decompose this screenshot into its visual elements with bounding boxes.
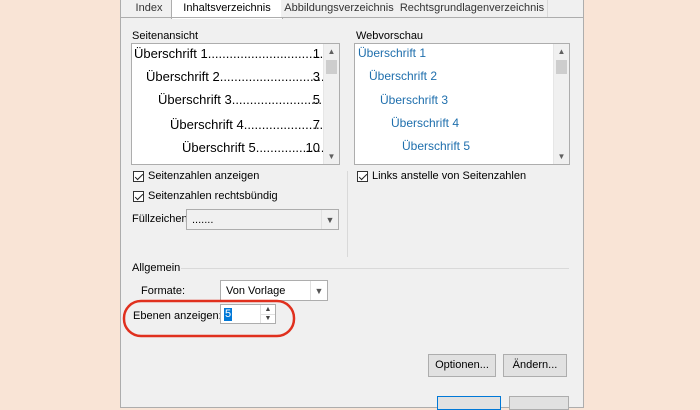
tab-table-of-figures[interactable]: Abbildungsverzeichnis — [281, 0, 398, 17]
print-preview-scrollbar[interactable]: ▲ ▼ — [323, 44, 339, 164]
tab-divider — [121, 17, 583, 18]
tab-index[interactable]: Index — [127, 0, 172, 17]
web-preview-link[interactable]: Überschrift 5 — [402, 139, 470, 153]
tab-leader-select[interactable]: ....... ▼ — [186, 209, 339, 230]
show-page-numbers-checkbox[interactable] — [133, 171, 144, 182]
web-preview-link[interactable]: Überschrift 3 — [380, 93, 448, 107]
print-preview-entry: Überschrift 4.......................... 7 — [170, 117, 338, 132]
general-section-title: Allgemein — [132, 262, 181, 274]
scroll-down-icon[interactable]: ▼ — [324, 149, 339, 164]
general-divider — [181, 268, 569, 269]
column-separator — [347, 171, 348, 257]
web-preview-scrollbar[interactable]: ▲ ▼ — [553, 44, 569, 164]
chevron-down-icon[interactable]: ▼ — [321, 210, 338, 229]
print-preview-entry: Überschrift 5..................... 10 — [182, 140, 332, 155]
toc-dialog: Index Inhaltsverzeichnis Abbildungsverze… — [120, 0, 584, 410]
right-align-checkbox[interactable] — [133, 191, 144, 202]
modify-button[interactable]: Ändern... — [503, 354, 567, 377]
show-page-numbers-label: Seitenzahlen anzeigen — [148, 170, 260, 182]
use-hyperlinks-checkbox[interactable] — [357, 171, 368, 182]
scroll-thumb[interactable] — [326, 60, 337, 74]
tab-leader-label: Füllzeichen: — [132, 213, 191, 225]
scroll-up-icon[interactable]: ▲ — [554, 44, 569, 59]
print-preview-label: Seitenansicht — [132, 30, 199, 42]
print-preview-entry: Überschrift 2...........................… — [146, 69, 339, 84]
right-align-label: Seitenzahlen rechtsbündig — [148, 190, 278, 202]
chevron-down-icon[interactable]: ▼ — [310, 281, 327, 300]
print-preview-entry: Überschrift 3...........................… — [158, 92, 340, 107]
web-preview-link[interactable]: Überschrift 2 — [369, 69, 437, 83]
use-hyperlinks-label: Links anstelle von Seitenzahlen — [372, 170, 527, 182]
web-preview-link[interactable]: Überschrift 1 — [358, 46, 426, 60]
web-preview-link[interactable]: Überschrift 4 — [391, 116, 459, 130]
highlight-circle — [122, 299, 296, 338]
options-button[interactable]: Optionen... — [428, 354, 496, 377]
scroll-thumb[interactable] — [556, 60, 567, 74]
print-preview-pane[interactable]: Überschrift 1...........................… — [131, 43, 340, 165]
web-preview-pane[interactable]: Überschrift 1 Überschrift 2 Überschrift … — [354, 43, 570, 165]
scroll-down-icon[interactable]: ▼ — [554, 149, 569, 164]
web-preview-label: Webvorschau — [356, 30, 424, 42]
print-preview-entry: Überschrift 1...........................… — [134, 46, 340, 61]
cancel-button[interactable] — [509, 396, 569, 410]
ok-button[interactable] — [437, 396, 501, 410]
tab-leader-value: ....... — [192, 214, 214, 226]
scroll-up-icon[interactable]: ▲ — [324, 44, 339, 59]
tab-table-of-authorities[interactable]: Rechtsgrundlagenverzeichnis — [397, 0, 548, 17]
